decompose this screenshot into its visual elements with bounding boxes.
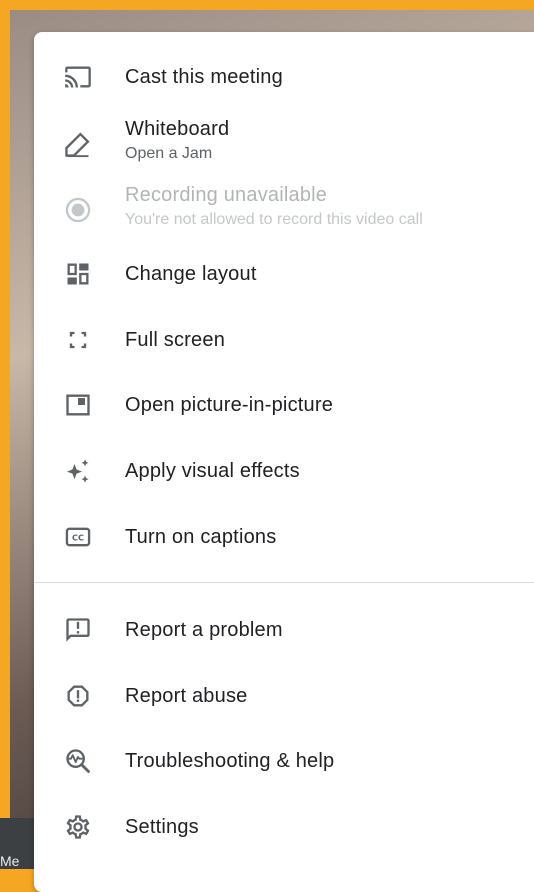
corner-text: Me <box>0 853 20 869</box>
gear-icon <box>62 811 94 843</box>
pencil-icon <box>62 128 94 160</box>
feedback-icon <box>62 614 94 646</box>
cast-icon <box>62 61 94 93</box>
menu-item-label: Recording unavailable <box>125 184 328 206</box>
report-abuse-icon <box>62 680 94 712</box>
menu-item-cast[interactable]: Cast this meeting <box>34 47 534 107</box>
menu-item-captions[interactable]: CC Turn on captions <box>34 507 534 567</box>
menu-item-visual-effects[interactable]: Apply visual effects <box>34 441 534 501</box>
menu-item-sublabel: You're not allowed to record this video … <box>125 211 423 228</box>
menu-item-whiteboard[interactable]: Whiteboard Open a Jam <box>34 114 534 174</box>
menu-divider <box>34 582 534 583</box>
fullscreen-icon <box>62 324 94 356</box>
menu-item-label: Report a problem <box>125 618 283 641</box>
menu-item-settings[interactable]: Settings <box>34 797 534 857</box>
troubleshoot-icon <box>62 745 94 777</box>
menu-item-sublabel: Open a Jam <box>125 145 213 162</box>
menu-item-recording: Recording unavailable You're not allowed… <box>34 180 534 240</box>
menu-item-report-abuse[interactable]: Report abuse <box>34 666 534 726</box>
menu-item-picture-in-picture[interactable]: Open picture-in-picture <box>34 375 534 435</box>
menu-item-label: Cast this meeting <box>125 65 283 88</box>
menu-item-label: Troubleshooting & help <box>125 749 335 772</box>
layout-icon <box>62 258 94 290</box>
menu-item-full-screen[interactable]: Full screen <box>34 310 534 370</box>
menu-item-report-problem[interactable]: Report a problem <box>34 600 534 660</box>
svg-text:CC: CC <box>72 533 84 543</box>
more-options-menu: Cast this meeting Whiteboard Open a Jam … <box>34 32 534 892</box>
menu-item-label: Settings <box>125 815 199 838</box>
record-icon <box>62 194 94 226</box>
captions-icon: CC <box>62 521 94 553</box>
menu-item-troubleshooting[interactable]: Troubleshooting & help <box>34 731 534 791</box>
menu-item-change-layout[interactable]: Change layout <box>34 244 534 304</box>
menu-item-label: Whiteboard <box>125 118 230 140</box>
menu-item-label: Turn on captions <box>125 525 277 548</box>
sparkle-icon <box>62 455 94 487</box>
menu-item-label: Open picture-in-picture <box>125 393 334 416</box>
picture-in-picture-icon <box>62 389 94 421</box>
menu-item-label: Apply visual effects <box>125 459 300 482</box>
menu-item-label: Report abuse <box>125 684 248 707</box>
menu-item-label: Full screen <box>125 328 226 351</box>
menu-item-label: Change layout <box>125 262 257 285</box>
